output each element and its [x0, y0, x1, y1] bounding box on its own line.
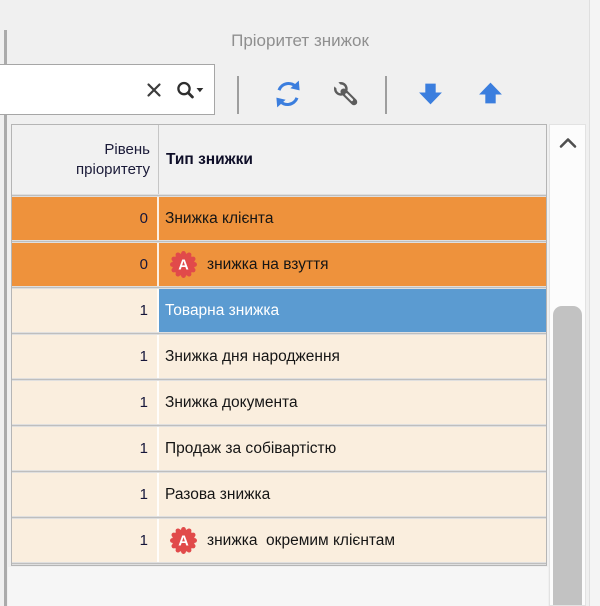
refresh-icon[interactable] [270, 76, 306, 112]
search-menu-icon[interactable] [175, 80, 205, 100]
priority-cell[interactable]: 1 [12, 427, 159, 470]
type-cell[interactable]: A знижка окремим клієнтам [159, 519, 546, 562]
page-title: Пріоритет знижок [231, 31, 369, 50]
row-separator [12, 562, 546, 565]
priority-cell[interactable]: 1 [12, 473, 159, 516]
svg-text:A: A [178, 534, 189, 550]
priority-cell[interactable]: 1 [12, 381, 159, 424]
vertical-scrollbar[interactable] [549, 124, 586, 606]
column-header-priority[interactable]: Рівень пріоритету [12, 125, 159, 194]
table-row[interactable]: 0 Знижка клієнта [12, 197, 546, 240]
table-header: Рівень пріоритету Тип знижки [12, 125, 546, 194]
priority-cell[interactable]: 1 [12, 519, 159, 562]
priority-cell[interactable]: 1 [12, 335, 159, 378]
svg-text:A: A [178, 258, 189, 274]
type-cell[interactable]: Продаж за собівартістю [159, 427, 546, 470]
discount-badge-icon: A [168, 249, 199, 280]
arrow-up-icon[interactable] [477, 80, 504, 107]
table-row[interactable]: 1 A знижка окремим клієнтам [12, 519, 546, 562]
table-row[interactable]: 1 Знижка документа [12, 381, 546, 424]
table-row[interactable]: 1 Товарна знижка [12, 289, 546, 332]
priority-cell[interactable]: 1 [12, 289, 159, 332]
type-cell[interactable]: A знижка на взуття [159, 243, 546, 286]
discount-badge-icon: A [168, 525, 199, 556]
type-label: Знижка документа [165, 393, 298, 411]
column-header-type[interactable]: Тип знижки [159, 125, 546, 194]
table-body: 0 Знижка клієнта 0 A знижка на взуття 1 … [12, 197, 546, 565]
toolbar-separator [237, 76, 239, 114]
wrench-icon[interactable] [330, 78, 362, 110]
type-cell[interactable]: Товарна знижка [159, 289, 546, 332]
panel-left-border [4, 30, 7, 606]
priority-cell[interactable]: 0 [12, 197, 159, 240]
type-label: Знижка дня народження [165, 347, 340, 365]
type-label: Разова знижка [165, 485, 271, 503]
toolbar-separator [385, 76, 387, 114]
table-row[interactable]: 1 Разова знижка [12, 473, 546, 516]
type-cell[interactable]: Разова знижка [159, 473, 546, 516]
type-label: Продаж за собівартістю [165, 439, 337, 457]
clear-icon[interactable] [144, 80, 164, 100]
discount-priority-table: Рівень пріоритету Тип знижки 0 Знижка кл… [11, 124, 547, 566]
priority-cell[interactable]: 0 [12, 243, 159, 286]
type-label: знижка на взуття [207, 255, 329, 273]
table-row[interactable]: 1 Продаж за собівартістю [12, 427, 546, 470]
type-cell[interactable]: Знижка дня народження [159, 335, 546, 378]
type-label: Знижка клієнта [165, 209, 274, 227]
scroll-up-icon[interactable] [557, 136, 579, 150]
search-box[interactable] [0, 64, 215, 115]
below-table-area [8, 567, 548, 606]
panel-right-edge [589, 0, 600, 606]
arrow-down-icon[interactable] [417, 80, 444, 107]
search-input[interactable] [0, 65, 133, 114]
type-label: Товарна знижка [165, 301, 280, 319]
scrollbar-thumb[interactable] [553, 306, 582, 605]
type-label: знижка окремим клієнтам [207, 531, 396, 549]
table-row[interactable]: 1 Знижка дня народження [12, 335, 546, 378]
type-cell[interactable]: Знижка документа [159, 381, 546, 424]
table-row[interactable]: 0 A знижка на взуття [12, 243, 546, 286]
type-cell[interactable]: Знижка клієнта [159, 197, 546, 240]
